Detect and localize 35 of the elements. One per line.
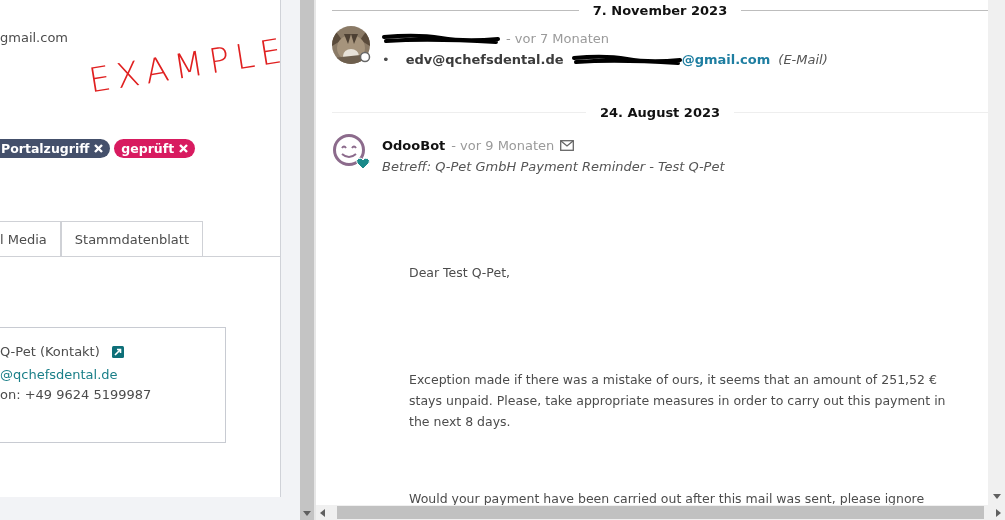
email-paragraph: Exception made if there was a mistake of ours, it seems that an amount of 251,52 € stays unpaid. Please, take appropriate measures in order to carry out this payment in the next 8 days. (409, 371, 947, 431)
scrollbar[interactable] (300, 0, 314, 520)
external-link-icon[interactable] (111, 345, 124, 358)
email-paragraph: Dear Test Q-Pet, (409, 264, 512, 282)
bullet: • (382, 52, 390, 67)
tag[interactable]: geprüft (114, 139, 196, 158)
scroll-down-arrow-icon[interactable] (992, 494, 1001, 499)
email-text: gmail.com (0, 30, 69, 45)
contact-email-link[interactable]: @qchefsdental.de (0, 367, 225, 382)
author-name: OdooBot (382, 138, 446, 153)
horizontal-scrollbar[interactable] (316, 505, 1005, 520)
handwritten-annotation: EXAMPLE (86, 29, 291, 101)
scroll-right-arrow-icon[interactable] (996, 508, 1001, 517)
timestamp: - vor 9 Monaten (451, 138, 555, 153)
date-separator: 24. August 2023 (599, 105, 721, 120)
status-icon (359, 51, 371, 63)
envelope-icon (560, 140, 575, 151)
contact-name: Q-Pet (Kontakt) (0, 344, 100, 359)
channel-note: (E-Mail) (778, 52, 828, 67)
remove-icon[interactable] (94, 144, 104, 153)
timestamp: - vor 7 Monaten (506, 31, 610, 46)
scroll-left-arrow-icon[interactable] (320, 508, 325, 517)
sender-email: edv@qchefsdental.de (405, 52, 564, 67)
scrollbar[interactable] (988, 0, 1005, 505)
tab[interactable]: Stammdatenblatt (60, 221, 204, 256)
date-separator: 7. November 2023 (592, 3, 728, 18)
recipient-email-link[interactable]: @gmail.com (681, 52, 771, 67)
bot-avatar-icon (332, 133, 370, 171)
subject: Betreff: Q-Pet GmbH Payment Reminder - Test Q-Pet (382, 159, 726, 174)
remove-icon[interactable] (179, 144, 189, 153)
email-paragraph: Would your payment have been carried out after this mail was sent, please ignore (409, 490, 926, 505)
tab[interactable]: l Media (0, 221, 61, 256)
contact-phone: on: +49 9624 5199987 (0, 387, 153, 402)
scroll-down-arrow-icon[interactable] (303, 511, 311, 516)
tag[interactable]: Portalzugriff (0, 139, 111, 158)
